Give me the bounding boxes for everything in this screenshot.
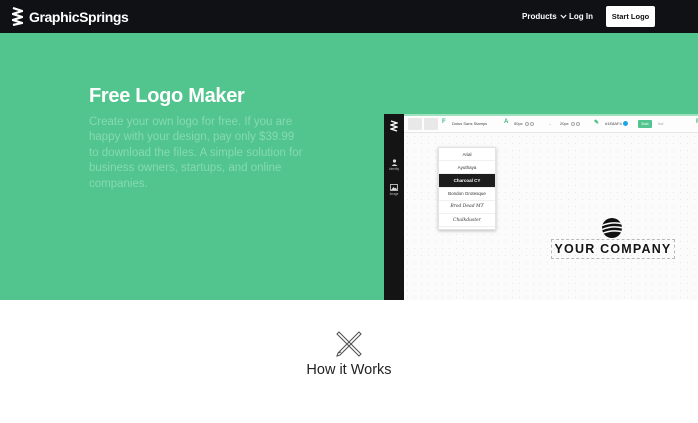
color-label: #1E8AF4 xyxy=(605,121,622,126)
font-option[interactable]: Chalkduster xyxy=(439,214,495,228)
pencil-ruler-icon xyxy=(336,331,362,357)
editor-toolbar: F Dolus Sans Stamps A 50px ↔ 20px ✎ #1E8… xyxy=(404,114,698,133)
color-value[interactable]: #1E8AF4 xyxy=(605,121,628,127)
toolbar-swatch[interactable] xyxy=(424,118,438,130)
nav-products-menu[interactable]: Products xyxy=(522,12,567,21)
nav-login-link[interactable]: Log In xyxy=(569,12,593,21)
font-size-value[interactable]: 50px xyxy=(514,121,534,126)
image-icon xyxy=(390,184,398,191)
company-name-text: YOUR COMPANY xyxy=(554,242,672,256)
spacing-icon: ↔ xyxy=(548,121,552,126)
brand-logo[interactable]: GraphicSprings xyxy=(12,7,129,26)
font-select[interactable]: Dolus Sans Stamps xyxy=(452,121,487,126)
font-option[interactable]: Bondon Grotesque xyxy=(439,188,495,201)
font-size-icon: A xyxy=(504,119,509,125)
color-picker-icon: ✎ xyxy=(594,120,600,126)
graphicsprings-logo-icon xyxy=(12,7,23,26)
company-logo-icon xyxy=(602,218,622,238)
person-icon xyxy=(391,159,397,166)
font-icon: F xyxy=(442,119,446,125)
font-size-label: 50px xyxy=(514,121,523,126)
spacing-value[interactable]: 20px xyxy=(560,121,580,126)
editor-preview: Identity Image F Dolus Sans Stamps A 50p… xyxy=(384,114,698,300)
editor-logo-icon xyxy=(390,120,398,132)
how-it-works-title: How it Works xyxy=(306,362,392,378)
editor-sidebar-identity[interactable]: Identity xyxy=(384,159,404,171)
font-dropdown: Arial Ayuthaya Charcoal CY Bondon Grotes… xyxy=(438,147,496,230)
font-option[interactable]: Brod Dead MT xyxy=(439,201,495,214)
nav-products-label: Products xyxy=(522,12,557,21)
bold-toggle[interactable]: Bold xyxy=(638,120,652,128)
italic-toggle[interactable]: Ital xyxy=(658,121,663,126)
hero-section: Free Logo Maker Create your own logo for… xyxy=(0,33,698,300)
chevron-down-icon xyxy=(560,14,567,19)
start-logo-button[interactable]: Start Logo xyxy=(606,6,655,27)
font-option-selected[interactable]: Charcoal CY xyxy=(439,174,495,188)
editor-sidebar-image-label: Image xyxy=(389,192,399,196)
editor-sidebar: Identity Image xyxy=(384,114,404,300)
toolbar-swatch[interactable] xyxy=(408,118,422,130)
top-nav: GraphicSprings Products Log In Start Log… xyxy=(0,0,698,33)
hero-title: Free Logo Maker xyxy=(89,85,245,107)
company-text-box[interactable]: YOUR COMPANY xyxy=(551,239,675,259)
editor-sidebar-image[interactable]: Image xyxy=(384,184,404,196)
spacing-label: 20px xyxy=(560,121,569,126)
hero-description: Create your own logo for free. If you ar… xyxy=(89,116,303,190)
brand-name: GraphicSprings xyxy=(29,8,129,25)
font-option[interactable]: Arial xyxy=(439,148,495,162)
font-option[interactable]: Ayuthaya xyxy=(439,161,495,175)
editor-sidebar-identity-label: Identity xyxy=(388,167,400,171)
